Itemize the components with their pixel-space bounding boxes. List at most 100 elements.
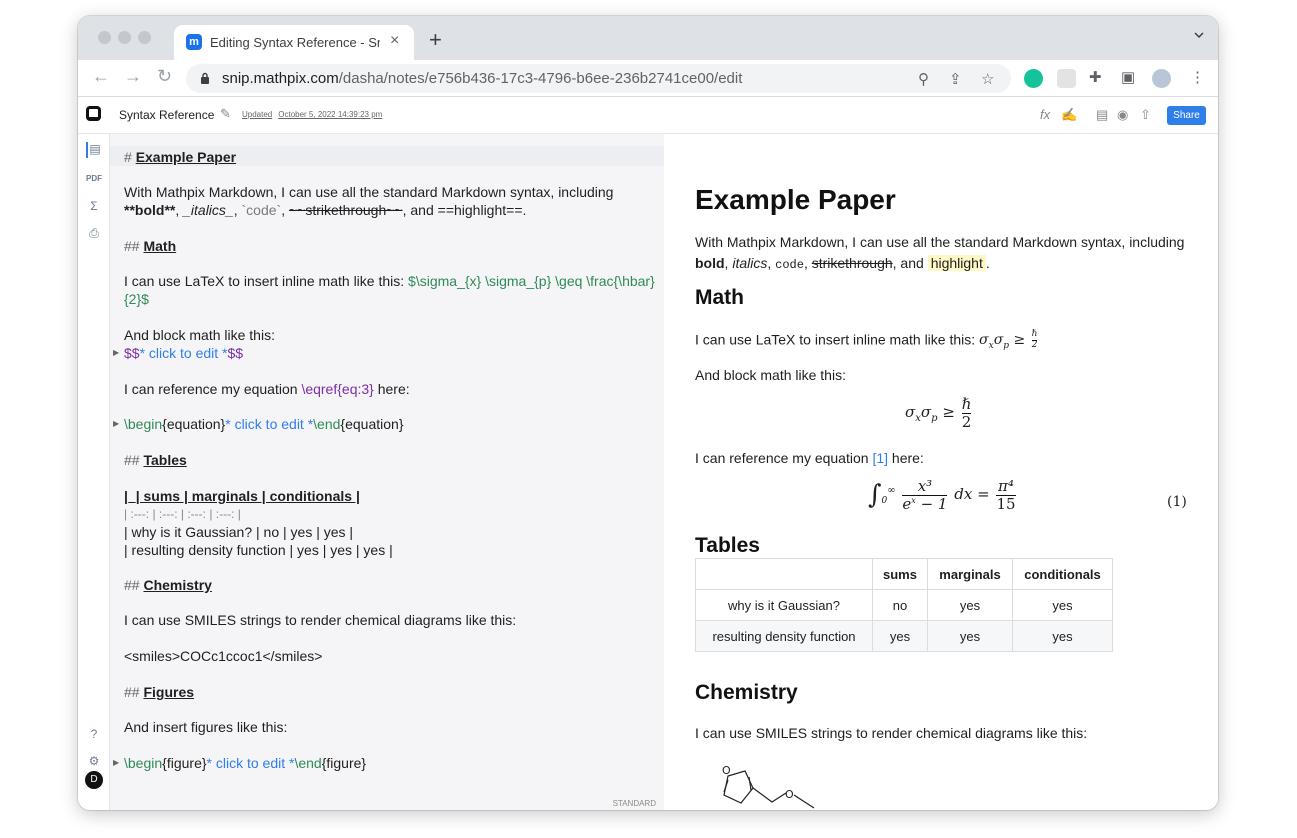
table-cell: why is it Gaussian? [695, 589, 873, 621]
note-title[interactable]: Syntax Reference [119, 108, 214, 122]
heading-marker: ## [124, 684, 140, 700]
settings-gear-icon[interactable]: ⚙ [86, 754, 102, 770]
app-toolbar: Syntax Reference ✎ Updated October 5, 202… [78, 97, 1218, 134]
close-window-dot[interactable] [98, 31, 111, 44]
editor-line-block-text[interactable]: And block math like this: [124, 326, 275, 344]
browser-tab[interactable]: m Editing Syntax Reference - Snip × [174, 25, 414, 60]
minimize-window-dot[interactable] [118, 31, 131, 44]
reload-icon[interactable]: ↻ [157, 66, 172, 87]
editor-line-h2-chem[interactable]: ## Chemistry [124, 576, 212, 594]
formula-icon[interactable]: fx [1040, 107, 1050, 122]
editor-line-equation[interactable]: \begin{equation}* click to edit *\end{eq… [124, 415, 404, 433]
editor-line-h2-math[interactable]: ## Math [124, 237, 176, 255]
heading-text: Example Paper [135, 149, 237, 165]
forward-arrow-icon[interactable]: → [124, 66, 142, 87]
file-search-icon[interactable]: ⎙ [86, 226, 102, 242]
editor-line-figure[interactable]: \begin{figure}* click to edit *\end{figu… [124, 754, 366, 772]
latex-command: \end [294, 755, 322, 771]
preview-heading-1: Example Paper [695, 184, 896, 215]
editor-line-h1[interactable]: # Example Paper [124, 148, 236, 166]
editor-line-h2-figures[interactable]: ## Figures [124, 683, 194, 701]
table-header-cell: marginals [927, 558, 1013, 590]
smiles-tag: <smiles> [124, 648, 181, 664]
edit-title-icon[interactable]: ✎ [220, 106, 231, 122]
bookmark-star-icon[interactable]: ☆ [981, 70, 994, 88]
editor-line-inline-math[interactable]: I can use LaTeX to insert inline math li… [124, 272, 655, 290]
preview-heading-math: Math [695, 286, 744, 309]
collapse-triangle-icon[interactable]: ▶ [113, 758, 119, 767]
zoom-icon[interactable]: ⚲ [918, 70, 929, 88]
editor-line-fig-text[interactable]: And insert figures like this: [124, 718, 287, 736]
close-tab-icon[interactable]: × [390, 32, 399, 50]
md-strike: ~~strikethrough~~ [288, 202, 403, 218]
table-cell: no [872, 589, 928, 621]
handwriting-icon[interactable]: ✍ [1061, 107, 1077, 123]
md-italics: _italics_ [183, 202, 234, 218]
editor-line-chem-text[interactable]: I can use SMILES strings to render chemi… [124, 611, 516, 629]
mathpix-extension-icon[interactable] [1057, 69, 1076, 88]
browser-menu-icon[interactable]: ⋮ [1190, 68, 1205, 86]
preview-table: sums marginals conditionals why is it Ga… [695, 558, 1113, 652]
collapse-triangle-icon[interactable]: ▶ [113, 419, 119, 428]
editor-line-table-align[interactable]: | :---: | :---: | :---: | :---: | [124, 505, 241, 523]
latex-code: $\sigma_{x} \sigma_{p} \geq \frac{\hbar} [408, 273, 655, 289]
help-icon[interactable]: ? [86, 727, 102, 743]
editor-line-ref[interactable]: I can reference my equation \eqref{eq:3}… [124, 380, 410, 398]
mathpix-logo-icon[interactable] [86, 106, 101, 121]
markdown-editor[interactable]: # Example Paper With Mathpix Markdown, I… [110, 134, 664, 810]
left-sidebar-rail: ▤ PDF Σ ⎙ ? ⚙ D [78, 134, 110, 810]
mathpix-favicon-icon: m [186, 34, 202, 50]
latex-command: \end [313, 416, 341, 432]
plain-text: I can use LaTeX to insert inline math li… [695, 331, 976, 348]
collapse-triangle-icon[interactable]: ▶ [113, 348, 119, 357]
editor-line-inline-math-cont[interactable]: {2}$ [124, 290, 149, 308]
extensions-puzzle-icon[interactable]: ✚ [1089, 68, 1102, 86]
bold-text: bold [695, 255, 725, 271]
editor-line-table-header[interactable]: |_| sums | marginals | conditionals | [124, 487, 360, 505]
smiles-code: COCc1ccoc1 [180, 648, 263, 664]
new-tab-button[interactable]: + [429, 27, 442, 53]
url-text: snip.mathpix.com/dasha/notes/e756b436-17… [222, 70, 742, 87]
user-avatar[interactable]: D [85, 771, 103, 789]
document-view-icon[interactable]: ▤ [1096, 107, 1108, 123]
chevron-down-icon[interactable] [1194, 30, 1204, 40]
browser-window: m Editing Syntax Reference - Snip × + ← … [78, 16, 1218, 810]
pdf-icon[interactable]: PDF [86, 171, 102, 187]
preview-paragraph-line: bold, italics, code, strikethrough, and … [695, 255, 990, 272]
preview-paragraph-line: With Mathpix Markdown, I can use all the… [695, 234, 1185, 250]
editor-line-p1-cont[interactable]: **bold**, _italics_, `code`, ~~strikethr… [124, 201, 526, 219]
updated-timestamp: Updated October 5, 2022 14:39:23 pm [242, 110, 382, 119]
sum-formula-icon[interactable]: Σ [86, 199, 102, 215]
editor-line-block-math[interactable]: $$* click to edit *$$ [124, 344, 243, 362]
editor-line-p1[interactable]: With Mathpix Markdown, I can use all the… [124, 183, 613, 201]
table-row: why is it Gaussian? no yes yes [695, 589, 1113, 621]
editor-line-smiles[interactable]: <smiles>COCc1ccoc1</smiles> [124, 647, 322, 665]
share-page-icon[interactable]: ⇪ [949, 70, 962, 88]
plain-text: I can reference my equation [124, 381, 298, 397]
editor-mode-label: STANDARD [612, 799, 656, 808]
share-button[interactable]: Share [1167, 106, 1206, 125]
table-cell: resulting density function [695, 620, 873, 652]
click-to-edit-link[interactable]: * click to edit * [140, 345, 228, 361]
editor-line-table-row[interactable]: | why is it Gaussian? | no | yes | yes | [124, 523, 353, 541]
notes-document-icon[interactable]: ▤ [86, 142, 102, 158]
click-to-edit-link[interactable]: * click to edit * [207, 755, 295, 771]
numbered-equation: ∫0∞ x³ ex − 1 dx = π⁴ 15 [868, 477, 1016, 513]
export-upload-icon[interactable]: ⇧ [1140, 107, 1151, 123]
equation-ref-link[interactable]: [1] [872, 450, 888, 466]
side-panel-icon[interactable]: ▣ [1121, 68, 1135, 86]
editor-line-table-row[interactable]: | resulting density function | yes | yes… [124, 541, 393, 559]
maximize-window-dot[interactable] [138, 31, 151, 44]
click-to-edit-link[interactable]: * click to edit * [225, 416, 313, 432]
heading-text: Figures [143, 684, 195, 700]
editor-line-h2-tables[interactable]: ## Tables [124, 451, 187, 469]
heading-marker: ## [124, 238, 140, 254]
omnibox[interactable]: snip.mathpix.com/dasha/notes/e756b436-17… [186, 64, 1011, 93]
profile-avatar[interactable] [1152, 69, 1171, 88]
url-host: snip.mathpix.com [222, 70, 339, 87]
preview-heading-chemistry: Chemistry [695, 681, 798, 704]
latex-env: {equation} [340, 416, 404, 432]
preview-eye-icon[interactable]: ◉ [1117, 107, 1128, 123]
grammarly-extension-icon[interactable] [1024, 69, 1043, 88]
back-arrow-icon[interactable]: ← [92, 66, 110, 87]
